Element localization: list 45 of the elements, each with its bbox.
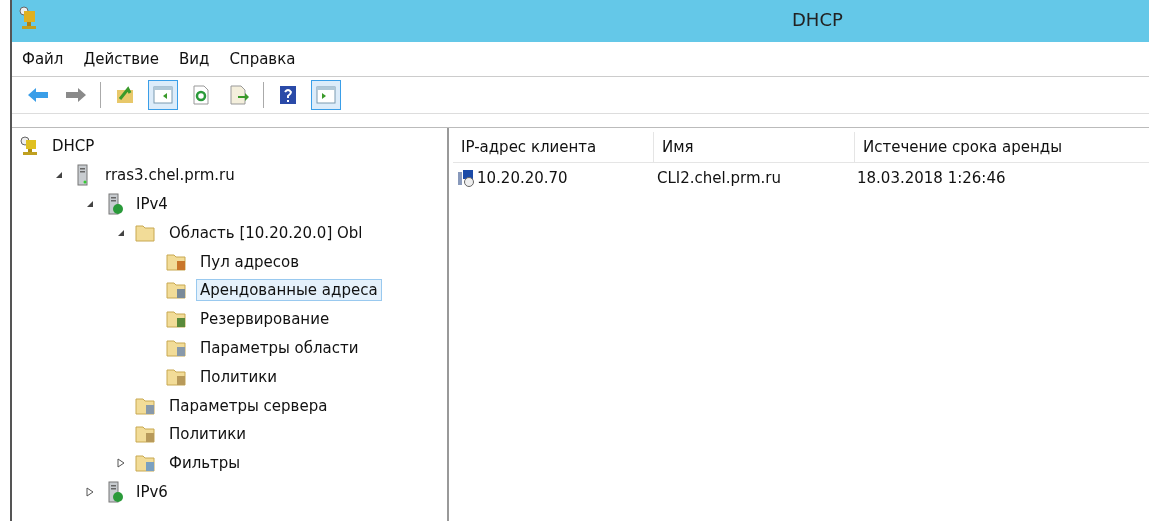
folder-icon <box>166 337 188 358</box>
tree-item[interactable]: rras3.chel.prm.ru <box>101 164 239 187</box>
folder-icon <box>135 222 157 243</box>
tree-item[interactable]: Политики <box>196 365 282 388</box>
tree-item[interactable]: Арендованные адреса <box>196 279 382 302</box>
table-cell: 10.20.20.70 <box>477 169 568 187</box>
menu-item[interactable]: Вид <box>168 50 220 68</box>
menu-item[interactable]: Справка <box>219 50 306 68</box>
column-header[interactable]: IP-адрес клиента <box>453 132 654 162</box>
trophy-icon <box>20 136 40 157</box>
folder-icon <box>135 424 157 445</box>
tree-item[interactable]: Параметры области <box>196 336 363 359</box>
tree-item[interactable]: IPv4 <box>132 193 172 215</box>
tree-item[interactable]: Резервирование <box>196 308 334 331</box>
pane-toggle-button[interactable] <box>148 80 178 110</box>
pane-icon <box>152 85 174 105</box>
menu-item[interactable]: Действие <box>73 50 169 68</box>
tree-item[interactable]: Пул адресов <box>196 250 304 273</box>
tree-item[interactable]: IPv6 <box>132 480 172 503</box>
table-cell: CLI2.chel.prm.ru <box>657 169 781 187</box>
left-arrow-icon <box>27 85 49 105</box>
folder-icon <box>135 395 157 416</box>
folder-icon <box>166 309 188 330</box>
menu-item[interactable]: Файл <box>12 50 74 68</box>
tree-item[interactable]: DHCP <box>48 135 99 158</box>
folder-icon <box>166 251 188 272</box>
pane-icon <box>315 85 337 105</box>
tree-item[interactable]: Фильтры <box>165 452 245 475</box>
folder-icon <box>114 85 136 105</box>
folder-icon <box>166 366 188 387</box>
document-arrow-icon <box>228 85 250 105</box>
column-header[interactable]: Имя <box>654 132 855 162</box>
right-arrow-icon <box>65 85 87 105</box>
folder-icon <box>135 453 157 474</box>
column-header[interactable]: Истечение срока аренды <box>855 132 1149 162</box>
tree-item[interactable]: Параметры сервера <box>165 394 332 417</box>
folder-icon <box>166 280 188 301</box>
lease-icon <box>457 169 475 187</box>
window-title: DHCP <box>792 9 843 30</box>
pane-toggle-button[interactable] <box>311 80 341 110</box>
tree-item[interactable]: Политики <box>165 423 251 446</box>
tree-item[interactable]: Область [10.20.20.0] Obl <box>165 221 367 244</box>
table-cell: 18.03.2018 1:26:46 <box>857 169 1006 187</box>
help-icon <box>277 85 299 105</box>
refresh-icon <box>190 85 212 105</box>
